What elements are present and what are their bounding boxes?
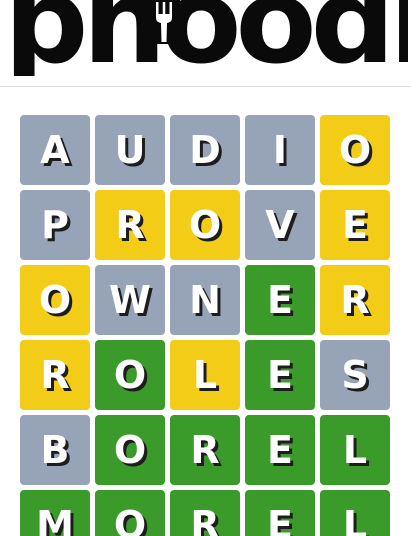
tile: E (320, 190, 390, 260)
tile: O (95, 415, 165, 485)
tile: E (245, 490, 315, 536)
header: pnoodle (0, 0, 411, 86)
tile: A (20, 115, 90, 185)
fork-icon (148, 0, 180, 44)
tile: O (320, 115, 390, 185)
tile: O (95, 490, 165, 536)
tile: O (170, 190, 240, 260)
tile: L (320, 490, 390, 536)
tile: R (320, 265, 390, 335)
tile: E (245, 415, 315, 485)
tile: V (245, 190, 315, 260)
tile: E (245, 340, 315, 410)
tile: W (95, 265, 165, 335)
tile: O (20, 265, 90, 335)
tile: B (20, 415, 90, 485)
tile: R (95, 190, 165, 260)
tile: N (170, 265, 240, 335)
tile: M (20, 490, 90, 536)
tile: L (170, 340, 240, 410)
header-divider (0, 86, 411, 87)
tile: O (95, 340, 165, 410)
tile: L (320, 415, 390, 485)
tile: U (95, 115, 165, 185)
logo: pnoodle (4, 0, 408, 76)
logo-text: pnoodle (4, 0, 408, 76)
tile: D (170, 115, 240, 185)
game-page: pnoodle AUDIOPROVEOWNERROLESBORELMOREL (0, 0, 411, 536)
tile: P (20, 190, 90, 260)
tile: R (170, 415, 240, 485)
guess-board: AUDIOPROVEOWNERROLESBORELMOREL (20, 115, 390, 536)
tile: R (20, 340, 90, 410)
tile: S (320, 340, 390, 410)
tile: E (245, 265, 315, 335)
tile: R (170, 490, 240, 536)
tile: I (245, 115, 315, 185)
